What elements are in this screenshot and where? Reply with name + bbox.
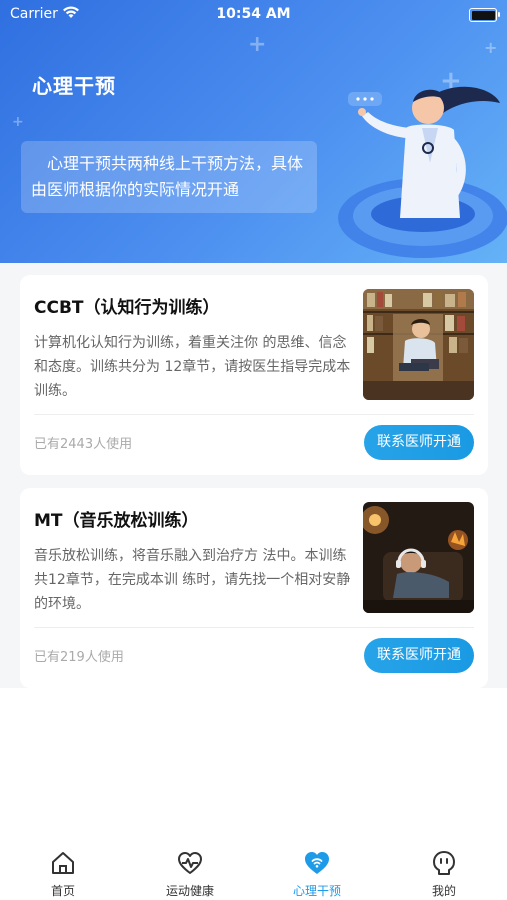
tab-mine[interactable]: 我的 <box>381 838 507 900</box>
tab-psych-intervention[interactable]: 心理干预 <box>254 838 380 900</box>
battery-icon <box>469 8 500 22</box>
status-bar: Carrier 10:54 AM <box>0 0 507 28</box>
face-icon <box>433 851 455 875</box>
plus-deco-icon: + <box>248 32 267 57</box>
page-title: 心理干预 <box>32 74 116 98</box>
home-icon <box>52 852 74 874</box>
heart-pulse-icon <box>178 852 202 874</box>
tab-label: 心理干预 <box>292 884 341 898</box>
headphones-relax-photo <box>363 502 474 613</box>
ccbt-card[interactable]: CCBT（认知行为训练） 计算机化认知行为训练，着重关注你 的思维、信念和态度。… <box>20 275 488 475</box>
reading-student-photo <box>363 289 474 400</box>
tab-label: 我的 <box>431 884 456 898</box>
card-list: CCBT（认知行为训练） 计算机化认知行为训练，着重关注你 的思维、信念和态度。… <box>0 263 507 688</box>
tab-label: 运动健康 <box>165 884 214 898</box>
card-description: 计算机化认知行为训练，着重关注你 的思维、信念和态度。训练共分为 12章节，请按… <box>34 335 351 399</box>
tab-sports-health[interactable]: 运动健康 <box>127 838 253 900</box>
tab-bar: 首页 运动健康 心理干预 我的 <box>0 838 507 900</box>
plus-deco-icon: + <box>484 38 498 57</box>
card-divider <box>34 627 474 628</box>
tab-home[interactable]: 首页 <box>0 838 126 900</box>
content-blank-area <box>0 688 507 838</box>
card-title: MT（音乐放松训练） <box>34 511 199 531</box>
contact-doctor-button[interactable]: 联系医师开通 <box>364 425 474 460</box>
heart-wifi-icon <box>305 852 329 874</box>
clock: 10:54 AM <box>216 6 291 22</box>
usage-count: 已有2443人使用 <box>34 437 133 452</box>
header-banner: + + + + Carrier 10:54 AM 心理干预 心理干预共两种线上干… <box>0 0 507 263</box>
card-divider <box>34 414 474 415</box>
usage-count: 已有219人使用 <box>34 650 124 665</box>
header-description: 心理干预共两种线上干预方法，具体由医师根据你的实际情况开通 <box>21 141 317 213</box>
tab-label: 首页 <box>50 884 75 898</box>
plus-deco-icon: + <box>12 114 24 130</box>
mt-card[interactable]: MT（音乐放松训练） 音乐放松训练，将音乐融入到治疗方 法中。本训练共12章节，… <box>20 488 488 688</box>
card-description: 音乐放松训练，将音乐融入到治疗方 法中。本训练共12章节，在完成本训 练时，请先… <box>34 548 351 612</box>
contact-doctor-button[interactable]: 联系医师开通 <box>364 638 474 673</box>
card-title: CCBT（认知行为训练） <box>34 298 220 318</box>
doctor-illustration-icon <box>338 86 507 258</box>
